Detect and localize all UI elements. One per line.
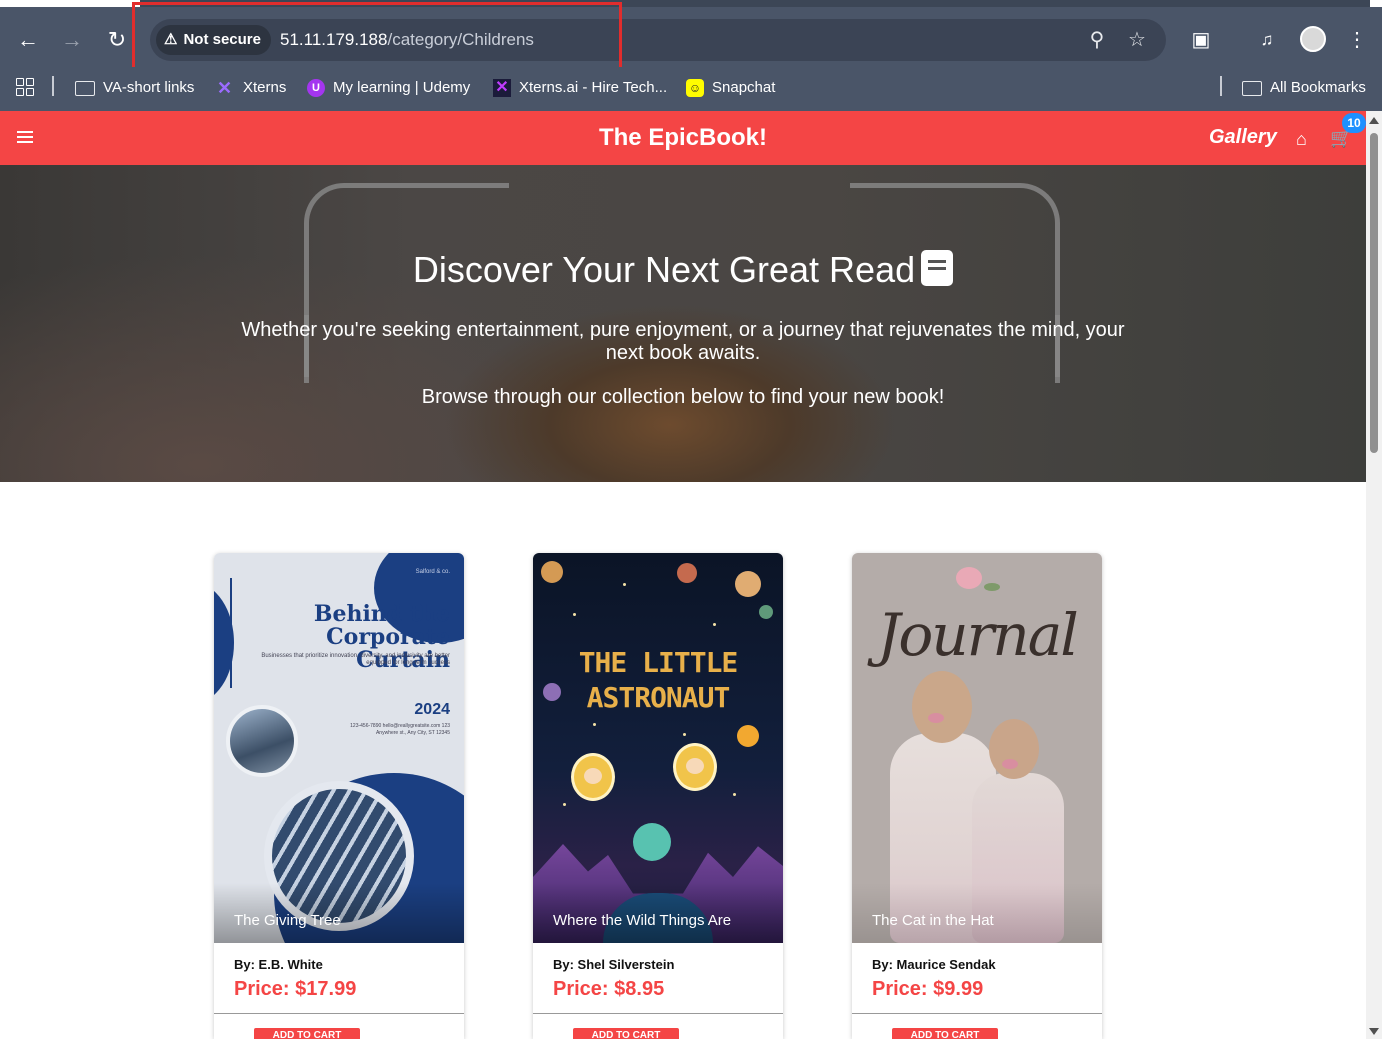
bookmark-star-icon[interactable]: ☆: [1125, 28, 1149, 52]
menu-dots-icon[interactable]: ⋮: [1344, 27, 1370, 53]
gallery-link[interactable]: Gallery: [1209, 126, 1277, 149]
xterns-icon: ✕: [217, 78, 233, 98]
book-cover[interactable]: Behind the Corporate Curtain Businesses …: [214, 553, 464, 943]
cover-decor: [563, 803, 566, 806]
book-price: Price: $9.99: [872, 978, 984, 1000]
bookmark-va-short-links[interactable]: VA-short links: [75, 77, 194, 99]
cover-decor: [677, 563, 697, 583]
cover-decor: [633, 823, 671, 861]
add-to-cart-button[interactable]: ADD TO CART: [892, 1028, 998, 1039]
media-control-icon[interactable]: ♫: [1254, 27, 1280, 53]
back-arrow-icon[interactable]: ←: [15, 27, 41, 53]
book-cover[interactable]: THE LITTLE ASTRONAUT Where the Wild Thing…: [533, 553, 783, 943]
bookmark-separator: [52, 76, 54, 96]
cover-decor: [733, 793, 736, 796]
bookmark-label: Snapchat: [712, 79, 776, 96]
cover-decor: [230, 578, 232, 688]
zoom-icon[interactable]: ⚲: [1085, 28, 1109, 52]
card-divider: [852, 1013, 1102, 1014]
bookmark-snapchat[interactable]: ☺ Snapchat: [686, 77, 775, 99]
book-title: The Cat in the Hat: [872, 912, 994, 929]
book-author: By: E.B. White: [234, 957, 323, 972]
cover-decor: [593, 723, 596, 726]
cover-art-astronaut: [571, 753, 615, 801]
add-to-cart-button[interactable]: ADD TO CART: [254, 1028, 360, 1039]
bookmark-label: VA-short links: [103, 79, 195, 96]
xterns-ai-icon: ✕: [493, 79, 511, 97]
cover-decor: [1002, 759, 1018, 769]
cover-decor: [928, 713, 944, 723]
cover-art-title: THE LITTLE ASTRONAUT: [578, 646, 739, 714]
cover-art-figure: [912, 671, 972, 743]
bookmark-udemy[interactable]: U My learning | Udemy: [307, 77, 470, 99]
bookmark-label: Xterns.ai - Hire Tech...: [519, 79, 668, 96]
cover-decor: [541, 561, 563, 583]
cover-decor: [683, 733, 686, 736]
book-icon: [921, 250, 954, 286]
cover-art-figure: [989, 719, 1039, 779]
profile-avatar[interactable]: [1300, 26, 1326, 52]
cover-decor: [713, 623, 716, 626]
cover-art-photo: [226, 705, 298, 777]
scroll-thumb[interactable]: [1370, 133, 1378, 453]
book-card[interactable]: Behind the Corporate Curtain Businesses …: [214, 553, 464, 1039]
folder-icon: [75, 80, 95, 96]
cover-decor: [759, 605, 773, 619]
book-title: The Giving Tree: [234, 912, 341, 929]
forward-arrow-icon[interactable]: →: [59, 27, 85, 53]
all-bookmarks-label: All Bookmarks: [1270, 79, 1366, 96]
cover-art-title: Journal: [877, 601, 1079, 669]
add-to-cart-button[interactable]: ADD TO CART: [573, 1028, 679, 1039]
book-price: Price: $8.95: [553, 978, 665, 1000]
cover-art-astronaut: [673, 743, 717, 791]
cover-art-contact: 123-456-7890 hello@reallygreatsite.com 1…: [350, 723, 450, 736]
book-card[interactable]: THE LITTLE ASTRONAUT Where the Wild Thing…: [533, 553, 783, 1039]
card-divider: [533, 1013, 783, 1014]
book-title: Where the Wild Things Are: [553, 912, 732, 929]
page-scrollbar[interactable]: [1366, 111, 1382, 1039]
cart-count-badge: 10: [1342, 113, 1366, 133]
book-price: Price: $17.99: [234, 978, 357, 1000]
url-highlight-box: [132, 2, 622, 74]
cover-decor: [984, 583, 1000, 591]
apps-grid-icon[interactable]: [16, 78, 34, 96]
scroll-down-icon[interactable]: [1369, 1028, 1379, 1035]
hero-heading: Discover Your Next Great Read: [0, 249, 1366, 291]
site-brand[interactable]: The EpicBook!: [0, 124, 1366, 152]
book-card[interactable]: Journal The Cat in the Hat By: Maurice S…: [852, 553, 1102, 1039]
card-divider: [214, 1013, 464, 1014]
cover-art-year: 2024: [414, 701, 450, 718]
cover-decor: [573, 613, 576, 616]
home-icon[interactable]: ⌂: [1296, 129, 1307, 150]
cover-art-subtitle: Businesses that prioritize innovation, d…: [261, 653, 450, 666]
cover-decor: [735, 571, 761, 597]
scroll-up-icon[interactable]: [1369, 117, 1379, 124]
cover-art-publisher: Salford & co.: [415, 569, 450, 575]
hero-browse-text: Browse through our collection below to f…: [421, 386, 945, 408]
bookmark-label: Xterns: [243, 79, 287, 96]
hero-tagline: Whether you're seeking entertainment, pu…: [241, 319, 1125, 364]
bookmark-label: My learning | Udemy: [333, 79, 471, 96]
cover-decor: [737, 725, 759, 747]
hero-banner: Discover Your Next Great Read Whether yo…: [0, 165, 1366, 482]
book-cover[interactable]: Journal The Cat in the Hat: [852, 553, 1102, 943]
bookmark-xterns-ai[interactable]: ✕ Xterns.ai - Hire Tech...: [493, 77, 667, 99]
snapchat-icon: ☺: [686, 79, 704, 97]
cover-decor: [623, 583, 626, 586]
bookmark-xterns[interactable]: ✕ Xterns: [217, 77, 286, 99]
all-bookmarks[interactable]: All Bookmarks: [1242, 77, 1366, 99]
site-header: The EpicBook! Gallery ⌂ 🛒: [0, 111, 1366, 165]
cover-decor: [956, 567, 982, 589]
folder-icon: [1242, 80, 1262, 96]
book-author: By: Shel Silverstein: [553, 957, 675, 972]
bookmark-separator: [1220, 76, 1222, 96]
extensions-icon[interactable]: ▣: [1188, 27, 1214, 53]
book-author: By: Maurice Sendak: [872, 957, 996, 972]
udemy-icon: U: [307, 79, 325, 97]
reload-icon[interactable]: ↻: [104, 27, 130, 53]
